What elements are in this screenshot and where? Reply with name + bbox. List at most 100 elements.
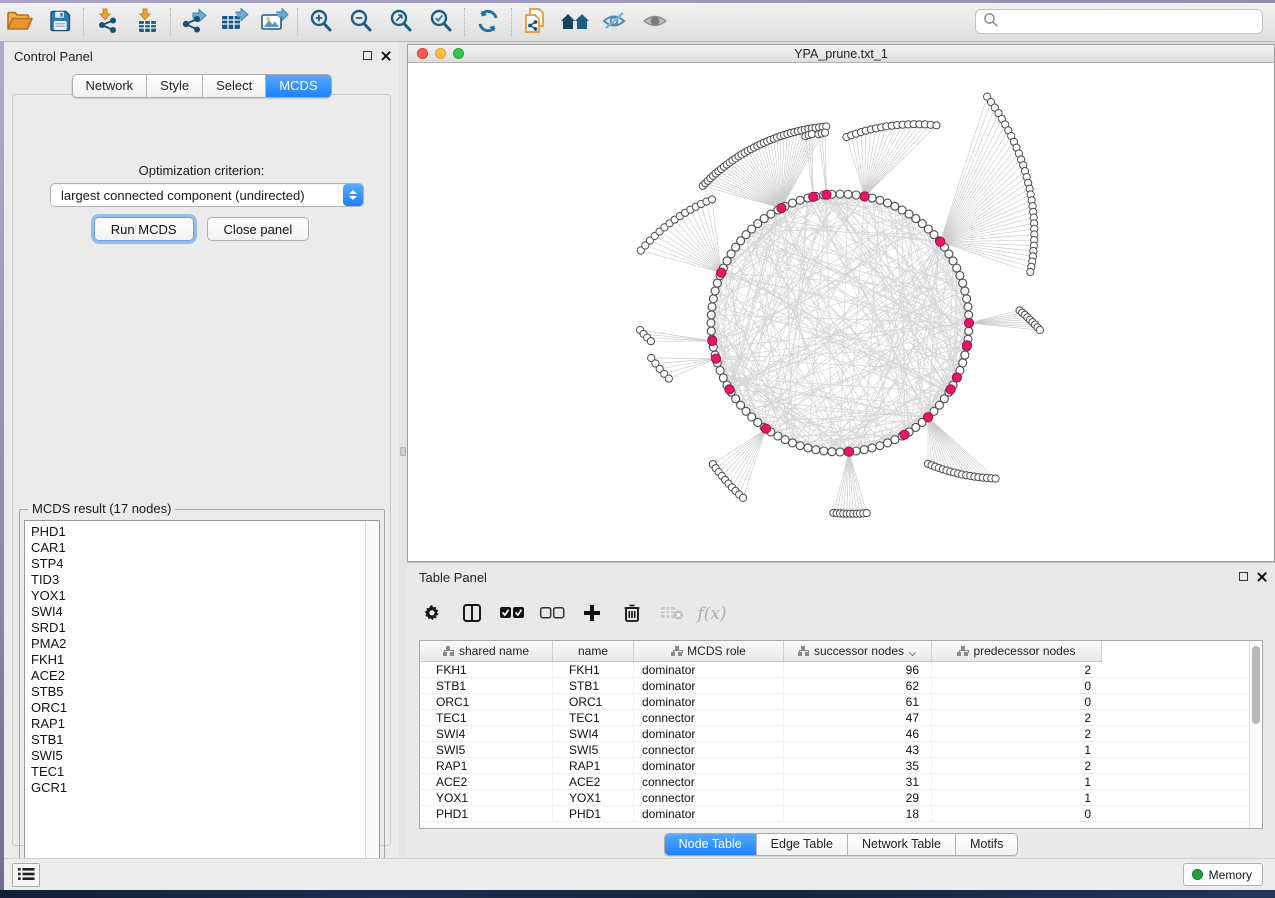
deselect-all-rows-button[interactable]	[539, 601, 565, 627]
toolbar-separator	[170, 8, 171, 36]
function-builder-button[interactable]: f(x)	[699, 601, 725, 627]
mcds-result-item[interactable]: GCR1	[31, 780, 379, 796]
table-row[interactable]: TEC1TEC1connector472	[420, 710, 1250, 726]
columns-icon	[462, 603, 482, 626]
show-columns-button[interactable]	[459, 601, 485, 627]
criterion-select[interactable]: largest connected component (undirected)	[50, 183, 364, 207]
add-column-button[interactable]	[579, 601, 605, 627]
tab-motifs[interactable]: Motifs	[955, 834, 1017, 855]
export-network-button[interactable]	[174, 6, 214, 38]
close-table-panel-icon[interactable]	[1256, 571, 1267, 582]
column-header-predecessor-nodes[interactable]: predecessor nodes	[932, 641, 1102, 661]
column-header-successor-nodes[interactable]: successor nodes	[784, 641, 932, 661]
select-all-rows-button[interactable]	[499, 601, 525, 627]
delete-table-icon	[660, 605, 684, 624]
open-session-button[interactable]	[0, 6, 40, 38]
refresh-view-button[interactable]	[468, 6, 508, 38]
delete-table-button[interactable]	[659, 601, 685, 627]
zoom-in-button[interactable]	[301, 6, 341, 38]
table-row[interactable]: FKH1FKH1dominator962	[420, 662, 1250, 678]
network-canvas[interactable]	[408, 63, 1274, 561]
import-table-button[interactable]	[127, 6, 167, 38]
table-row[interactable]: YOX1YOX1connector291	[420, 790, 1250, 806]
panel-menu-button[interactable]	[12, 863, 40, 887]
search-input[interactable]	[999, 14, 1262, 29]
mcds-result-item[interactable]: STB1	[31, 732, 379, 748]
tab-mcds[interactable]: MCDS	[265, 75, 330, 97]
save-floppy-icon	[48, 9, 72, 36]
table-row[interactable]: SWI4SWI4dominator462	[420, 726, 1250, 742]
table-options-button[interactable]	[419, 601, 445, 627]
hide-selected-button[interactable]	[595, 6, 635, 38]
memory-label: Memory	[1209, 868, 1252, 882]
zoom-out-icon	[348, 8, 374, 37]
zoom-out-button[interactable]	[341, 6, 381, 38]
mcds-result-item[interactable]: SWI5	[31, 748, 379, 764]
export-table-icon	[219, 8, 249, 37]
zoom-selected-button[interactable]	[421, 6, 461, 38]
table-row[interactable]: STB1STB1dominator620	[420, 678, 1250, 694]
column-header-name[interactable]: name	[553, 641, 634, 661]
tab-network-table[interactable]: Network Table	[847, 834, 955, 855]
save-session-button[interactable]	[40, 6, 80, 38]
list-menu-icon	[17, 866, 35, 885]
mcds-result-item[interactable]: SRD1	[31, 620, 379, 636]
table-row[interactable]: ORC1ORC1dominator610	[420, 694, 1250, 710]
import-network-button[interactable]	[87, 6, 127, 38]
mcds-result-item[interactable]: PMA2	[31, 636, 379, 652]
mcds-result-item[interactable]: CAR1	[31, 540, 379, 556]
table-scrollbar-thumb[interactable]	[1252, 646, 1260, 724]
table-scrollbar[interactable]	[1249, 641, 1262, 828]
delete-column-button[interactable]	[619, 601, 645, 627]
vertical-splitter[interactable]	[399, 42, 407, 858]
attribute-type-icon	[957, 646, 968, 656]
run-mcds-button[interactable]: Run MCDS	[94, 217, 194, 241]
mcds-result-item[interactable]: PHD1	[31, 524, 379, 540]
tab-network[interactable]: Network	[72, 75, 146, 97]
table-toolbar: f(x)	[419, 595, 725, 633]
table-row[interactable]: ACE2ACE2connector311	[420, 774, 1250, 790]
mcds-result-item[interactable]: STB5	[31, 684, 379, 700]
mcds-result-item[interactable]: ACE2	[31, 668, 379, 684]
table-row[interactable]: PHD1PHD1dominator180	[420, 806, 1250, 822]
mcds-result-list[interactable]: PHD1CAR1STP4TID3YOX1SWI4SRD1PMA2FKH1ACE2…	[24, 520, 380, 877]
memory-button[interactable]: Memory	[1183, 863, 1263, 886]
combo-stepper-icon	[343, 184, 363, 206]
mcds-result-item[interactable]: STP4	[31, 556, 379, 572]
splitter-grip[interactable]	[400, 447, 406, 456]
export-image-button[interactable]	[254, 6, 294, 38]
duplicate-network-button[interactable]	[515, 6, 555, 38]
float-panel-icon[interactable]	[363, 51, 372, 60]
float-table-panel-icon[interactable]	[1239, 572, 1248, 581]
mcds-result-item[interactable]: FKH1	[31, 652, 379, 668]
table-row[interactable]: SWI5SWI5connector431	[420, 742, 1250, 758]
mcds-result-item[interactable]: SWI4	[31, 604, 379, 620]
tab-edge-table[interactable]: Edge Table	[756, 834, 847, 855]
close-panel-icon[interactable]	[380, 50, 391, 61]
tab-style[interactable]: Style	[146, 75, 202, 97]
mcds-result-item[interactable]: RAP1	[31, 716, 379, 732]
node-table: shared name name MCDS role successor nod…	[419, 640, 1263, 829]
network-graph[interactable]	[408, 63, 1274, 561]
zoom-fit-button[interactable]	[381, 6, 421, 38]
network-window-titlebar[interactable]: YPA_prune.txt_1	[408, 45, 1274, 63]
tab-select[interactable]: Select	[202, 75, 265, 97]
mcds-result-item[interactable]: TEC1	[31, 764, 379, 780]
control-panel-title: Control Panel	[14, 49, 93, 64]
network-window: YPA_prune.txt_1	[407, 44, 1275, 562]
mcds-result-item[interactable]: YOX1	[31, 588, 379, 604]
table-row[interactable]: RAP1RAP1dominator352	[420, 758, 1250, 774]
sort-descending-icon	[909, 649, 917, 654]
mcds-result-item[interactable]: ORC1	[31, 700, 379, 716]
close-panel-button[interactable]: Close panel	[207, 217, 310, 241]
search-field[interactable]	[975, 9, 1263, 34]
mcds-result-item[interactable]: TID3	[31, 572, 379, 588]
export-table-button[interactable]	[214, 6, 254, 38]
result-list-scrollbar[interactable]	[365, 521, 379, 876]
show-all-icon	[641, 9, 669, 36]
show-all-button[interactable]	[635, 6, 675, 38]
column-header-shared-name[interactable]: shared name	[420, 641, 553, 661]
tab-node-table[interactable]: Node Table	[665, 834, 756, 855]
first-neighbors-button[interactable]	[555, 6, 595, 38]
column-header-mcds-role[interactable]: MCDS role	[634, 641, 784, 661]
